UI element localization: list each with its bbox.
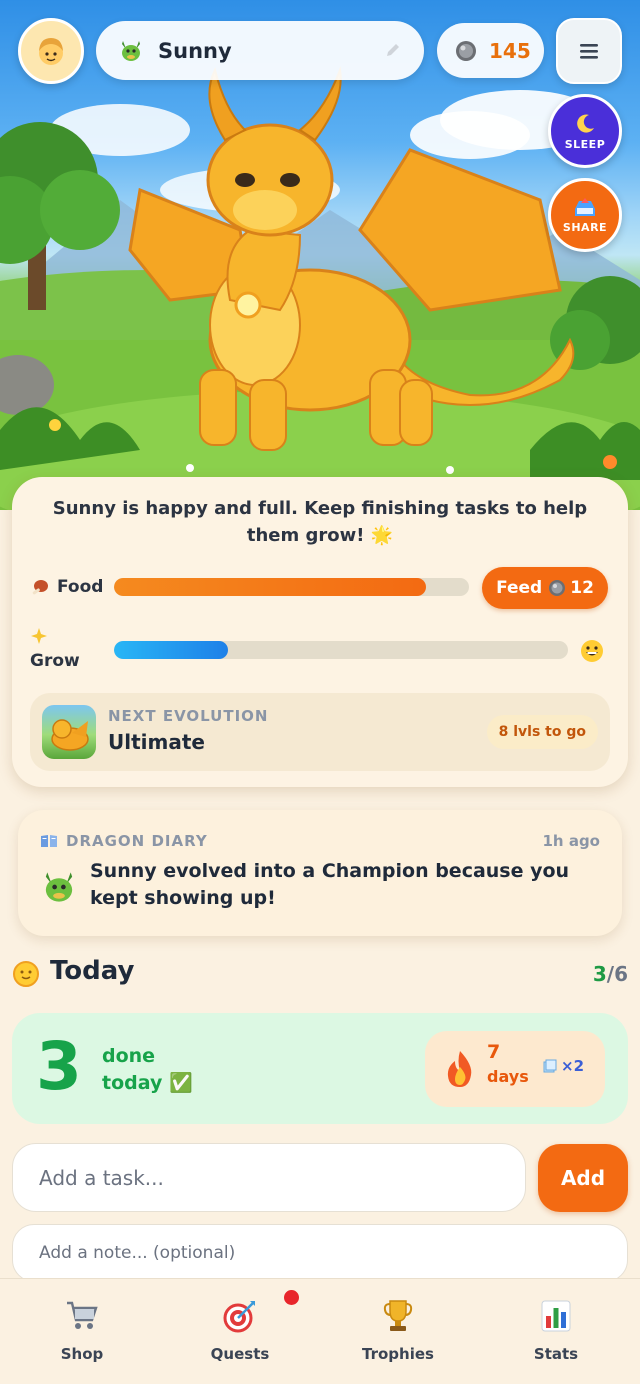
fire-icon	[447, 1051, 472, 1087]
menu-button[interactable]	[556, 18, 622, 84]
coin-icon	[549, 580, 566, 596]
food-bar	[114, 578, 469, 596]
today-heading: Today	[50, 956, 135, 986]
food-label: Food	[57, 577, 104, 597]
feed-button[interactable]: Feed 12	[482, 567, 608, 609]
grow-label: Grow	[30, 651, 80, 671]
coin-count: 145	[489, 38, 531, 63]
status-message: Sunny is happy and full. Keep finishing …	[52, 498, 588, 546]
trophy-icon	[383, 1300, 413, 1331]
coin-balance[interactable]: 145	[437, 23, 544, 78]
streak-box: 7 days ×2	[425, 1031, 605, 1107]
next-evolution[interactable]: NEXT EVOLUTION Ultimate 8 lvls to go	[30, 693, 610, 771]
done-number: 3	[36, 1028, 82, 1105]
bottom-navigation: Shop Quests Trophies Stats	[0, 1278, 640, 1384]
sleep-button[interactable]: SLEEP	[548, 94, 622, 168]
pet-name-pill[interactable]: Sunny	[96, 21, 424, 80]
hamburger-icon	[580, 44, 598, 59]
levels-to-go-badge: 8 lvls to go	[486, 715, 598, 749]
dragon-face-icon	[122, 40, 140, 61]
evolution-kicker: NEXT EVOLUTION	[108, 707, 269, 725]
done-label: done today ✅	[102, 1043, 193, 1097]
done-today-card: 3 done today ✅ 7 days ×2	[12, 1013, 628, 1124]
nav-quests[interactable]: Quests	[180, 1297, 300, 1367]
open-book-icon	[41, 835, 57, 847]
done-label-line-2: today ✅	[102, 1072, 193, 1094]
ice-cube-icon	[543, 1059, 557, 1073]
nav-shop[interactable]: Shop	[22, 1297, 142, 1367]
grow-bar	[114, 641, 568, 659]
share-button[interactable]: SHARE	[548, 178, 622, 252]
evolution-thumbnail	[42, 705, 96, 759]
edit-pencil-icon[interactable]	[384, 41, 402, 63]
pet-name: Sunny	[158, 38, 232, 63]
sun-face-icon	[13, 961, 39, 987]
tasks-total: /6	[606, 962, 628, 986]
child-face-icon	[39, 38, 63, 65]
feed-cost: 12	[570, 578, 594, 598]
dragon-diary-card: DRAGON DIARY 1h ago Sunny evolved into a…	[18, 810, 622, 936]
nav-trophies-label: Trophies	[362, 1345, 434, 1363]
nav-quests-label: Quests	[210, 1345, 270, 1363]
diary-kicker: DRAGON DIARY	[66, 832, 208, 850]
dragon-thumb-icon	[51, 719, 89, 751]
sleep-label: SLEEP	[564, 137, 606, 151]
diary-entry: Sunny evolved into a Champion because yo…	[90, 860, 570, 909]
cart-icon	[67, 1301, 98, 1329]
add-task-input[interactable]	[12, 1143, 526, 1212]
task-progress: 3/6	[593, 962, 628, 986]
sparkle-icon	[31, 628, 47, 644]
nav-shop-label: Shop	[60, 1345, 104, 1363]
nav-stats[interactable]: Stats	[496, 1297, 616, 1367]
target-icon	[223, 1301, 255, 1333]
nav-trophies[interactable]: Trophies	[338, 1297, 458, 1367]
add-note-input[interactable]	[12, 1224, 628, 1282]
food-bar-fill	[114, 578, 427, 596]
grinning-face-icon	[581, 640, 603, 662]
done-label-line-1: done	[102, 1045, 156, 1067]
grow-bar-fill	[114, 641, 228, 659]
streak-multiplier: ×2	[561, 1057, 585, 1075]
streak-unit: days	[487, 1067, 529, 1086]
meat-icon	[32, 580, 48, 595]
streak-number: 7	[487, 1041, 501, 1063]
nav-stats-label: Stats	[533, 1345, 579, 1363]
evolution-title: Ultimate	[108, 730, 205, 754]
add-task-button[interactable]: Add	[538, 1144, 628, 1212]
dragon-face-icon	[45, 872, 73, 902]
feed-label: Feed	[496, 578, 543, 598]
moon-icon	[577, 114, 594, 133]
coin-icon	[456, 40, 476, 61]
diary-time: 1h ago	[542, 832, 600, 850]
quests-notification-dot	[284, 1290, 299, 1305]
share-label: SHARE	[562, 220, 608, 234]
pet-status-card: Sunny is happy and full. Keep finishing …	[12, 477, 628, 787]
inbox-tray-icon	[575, 197, 595, 216]
tasks-done-count: 3	[592, 962, 607, 986]
bar-chart-icon	[541, 1300, 571, 1332]
user-avatar[interactable]	[18, 18, 84, 84]
